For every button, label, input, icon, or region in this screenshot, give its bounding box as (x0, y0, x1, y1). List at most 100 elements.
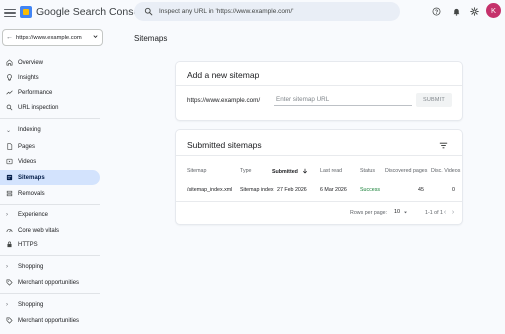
sidebar-item-videos[interactable]: Videos (0, 154, 100, 169)
section-label: Shopping (18, 302, 44, 308)
filter-icon[interactable] (438, 138, 449, 149)
chevron-right-icon: › (6, 212, 8, 218)
sidebar-divider (0, 204, 100, 205)
arrow-down-icon (303, 168, 308, 174)
sidebar-item-sitemaps[interactable]: Sitemaps (0, 170, 100, 185)
sidebar-item-label: Merchant opportunities (18, 317, 80, 324)
home-icon (6, 59, 13, 66)
submitted-sitemaps-card: Submitted sitemaps Sitemap Type Submitte… (176, 130, 462, 224)
main-menu-button[interactable] (2, 5, 18, 21)
column-header-discovered-pages[interactable]: Discovered pages (385, 168, 427, 174)
row-divider (176, 201, 462, 202)
sidebar-item-core-web-vitals[interactable]: Core web vitals (0, 223, 100, 238)
sidebar-item-merchant-opportunities[interactable]: Merchant opportunities (0, 275, 100, 290)
help-icon[interactable] (430, 5, 442, 17)
sidebar-item-label: Sitemaps (18, 174, 45, 181)
section-label: Shopping (18, 264, 44, 270)
sidebar-section-indexing[interactable]: ⌄ Indexing (0, 123, 100, 137)
gauge-icon (6, 227, 13, 234)
sidebar-item-label: Insights (18, 74, 39, 81)
add-sitemap-card: Add a new sitemap https://www.example.co… (176, 62, 462, 120)
cell-status: Success (360, 187, 381, 193)
page-title: Sitemaps (134, 34, 168, 43)
product-name: Google Search Console (36, 6, 148, 18)
insights-icon (6, 74, 13, 81)
sitemap-url-prefix: https://www.example.com/ (187, 97, 261, 104)
sidebar-item-label: Merchant opportunities (18, 279, 80, 286)
column-header-label: Submitted (272, 169, 298, 175)
tag-icon (6, 317, 13, 324)
sidebar-item-https[interactable]: HTTPS (0, 237, 100, 252)
lock-icon (6, 241, 13, 248)
column-header-discovered-videos[interactable]: Disc. Videos (431, 168, 460, 174)
add-sitemap-title: Add a new sitemap (187, 70, 260, 80)
top-bar: Google Search Console K (0, 0, 505, 26)
search-icon (144, 7, 153, 16)
rows-per-page-select[interactable]: 10 (394, 209, 408, 215)
sidebar-item-label: Overview (18, 59, 44, 66)
cell-discovered-pages: 45 (418, 187, 424, 193)
sidebar-item-label: Core web vitals (18, 227, 60, 234)
rows-per-page-value: 10 (394, 209, 401, 215)
sidebar-item-label: Pages (18, 143, 36, 150)
column-header-type[interactable]: Type (240, 168, 251, 174)
sidebar-item-label: Removals (18, 190, 45, 197)
column-header-sitemap[interactable]: Sitemap (187, 168, 206, 174)
cell-discovered-videos: 0 (452, 187, 455, 193)
sidebar: ← https://www.example.com Overview Insig… (0, 26, 106, 334)
account-avatar[interactable]: K (486, 3, 501, 18)
column-header-last-read[interactable]: Last read (320, 168, 342, 174)
sidebar-item-pages[interactable]: Pages (0, 139, 100, 154)
sidebar-item-label: HTTPS (18, 241, 38, 248)
chevron-down-icon: ⌄ (6, 127, 12, 134)
tag-icon (6, 279, 13, 286)
sidebar-item-insights[interactable]: Insights (0, 70, 100, 85)
search-icon (6, 104, 13, 111)
property-selector[interactable]: ← https://www.example.com (2, 29, 103, 46)
cell-last-read: 6 Mar 2026 (320, 187, 347, 193)
column-header-submitted[interactable]: Submitted (272, 168, 308, 175)
submitted-sitemaps-title: Submitted sitemaps (187, 140, 262, 150)
section-label: Experience (18, 212, 49, 218)
notifications-bell-icon[interactable] (450, 5, 462, 17)
cell-sitemap[interactable]: /sitemap_index.xml (187, 187, 232, 193)
sidebar-divider (0, 255, 100, 256)
previous-page-button[interactable]: ‹ (441, 208, 449, 217)
settings-gear-icon[interactable] (468, 5, 480, 17)
sidebar-item-label: Videos (18, 158, 37, 165)
sidebar-item-overview[interactable]: Overview (0, 55, 100, 70)
search-console-logo (20, 6, 32, 18)
next-page-button[interactable]: › (449, 208, 457, 217)
sidebar-divider (0, 118, 100, 119)
url-inspection-input[interactable] (159, 8, 389, 15)
sidebar-item-url-inspection[interactable]: URL inspection (0, 100, 100, 115)
submit-button[interactable]: SUBMIT (416, 93, 452, 107)
chevron-down-icon (92, 33, 99, 42)
cell-submitted: 27 Feb 2026 (277, 187, 307, 193)
removals-icon (6, 190, 13, 197)
arrow-left-icon: ← (6, 34, 13, 41)
caret-down-icon (404, 211, 408, 213)
videos-icon (6, 158, 13, 165)
sidebar-section-experience[interactable]: › Experience (0, 208, 100, 222)
url-inspection-search-bar[interactable] (134, 2, 400, 21)
chevron-right-icon: › (6, 264, 8, 270)
column-header-status[interactable]: Status (360, 168, 375, 174)
sidebar-item-removals[interactable]: Removals (0, 186, 100, 201)
sitemaps-icon (6, 174, 13, 181)
pages-icon (6, 143, 13, 150)
sidebar-divider (0, 293, 100, 294)
card-divider (176, 85, 462, 86)
property-url: https://www.example.com (16, 34, 82, 41)
section-label: Indexing (18, 127, 41, 133)
sidebar-item-performance[interactable]: Performance (0, 85, 100, 100)
sidebar-section-shopping[interactable]: › Shopping (0, 260, 100, 274)
card-divider (176, 155, 462, 156)
performance-icon (6, 89, 13, 96)
sidebar-item-label: Performance (18, 89, 53, 96)
sitemap-url-input[interactable] (274, 93, 412, 106)
sidebar-item-merchant-opportunities[interactable]: Merchant opportunities (0, 313, 100, 328)
cell-type: Sitemap index (240, 187, 274, 193)
sidebar-section-shopping[interactable]: › Shopping (0, 298, 100, 312)
sidebar-item-label: URL inspection (18, 104, 59, 111)
